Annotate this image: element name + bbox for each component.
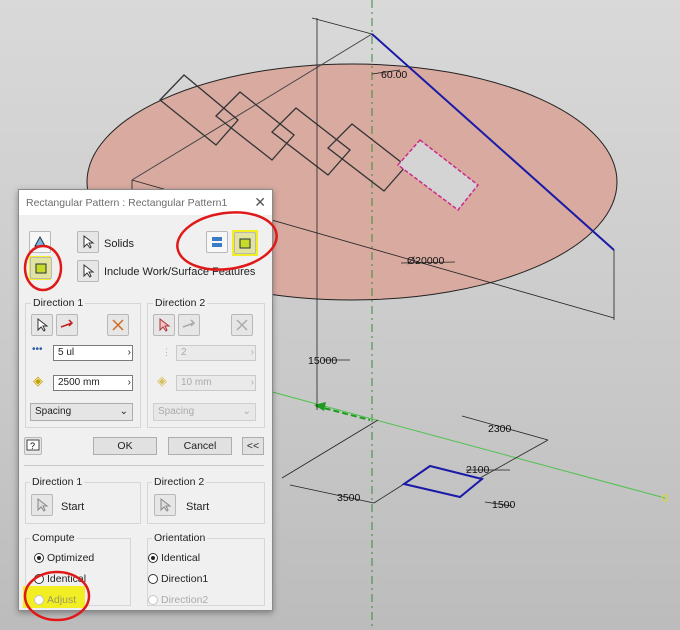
direction2-method-select[interactable]: Spacing ⌄: [153, 403, 256, 421]
direction2-spacing-field[interactable]: 10 mm ›: [176, 375, 256, 391]
dim-height-label[interactable]: 15000: [308, 355, 337, 367]
compute-identical-radio[interactable]: [34, 574, 44, 584]
start-direction2-title: Direction 2: [152, 476, 207, 488]
pattern-features-icon: [34, 235, 46, 247]
direction1-count-value: 5 ul: [58, 347, 75, 358]
direction1-spacing-value: 2500 mm: [58, 377, 100, 388]
arrow-icon[interactable]: ›: [128, 346, 131, 360]
include-select-button[interactable]: [77, 260, 99, 282]
direction1-title: Direction 1: [31, 297, 86, 309]
direction1-count-field[interactable]: 5 ul ›: [53, 345, 133, 361]
dim-3500-label[interactable]: 3500: [337, 492, 361, 504]
direction1-method-select[interactable]: Spacing ⌄: [30, 403, 133, 421]
compute-identical-label[interactable]: Identical: [47, 573, 86, 585]
compute-title: Compute: [30, 532, 77, 544]
ok-button[interactable]: OK: [93, 437, 157, 455]
join-icon: [212, 237, 222, 247]
pattern-solids-icon: [35, 263, 47, 274]
ground-axis: [249, 385, 666, 499]
orientation-identical-label[interactable]: Identical: [161, 552, 200, 564]
dim-1500-label[interactable]: 1500: [492, 499, 516, 511]
direction2-method-value: Spacing: [158, 406, 195, 417]
compute-optimized-label[interactable]: Optimized: [47, 552, 94, 564]
dim-2300-label[interactable]: 2300: [488, 423, 512, 435]
spacing-icon: ◈: [157, 373, 167, 388]
dim-angle-label[interactable]: 60.00: [381, 69, 407, 81]
start1-label: Start: [61, 501, 85, 513]
direction1-flip-button[interactable]: [56, 314, 78, 336]
dialog-title: Rectangular Pattern : Rectangular Patter…: [26, 197, 228, 209]
dim-2100-label[interactable]: 2100: [466, 464, 490, 476]
chevron-down-icon: ⌄: [119, 406, 128, 417]
dialog-separator: [24, 465, 264, 466]
include-cursor-icon: [83, 263, 95, 278]
start2-select-button[interactable]: [154, 494, 176, 516]
dim-diameter-label[interactable]: Ø20000: [407, 255, 445, 267]
chevron-down-icon: ⌄: [242, 406, 251, 417]
midplane-icon: [112, 319, 124, 331]
direction1-path-button[interactable]: [31, 314, 53, 336]
help-icon: ?: [26, 439, 40, 451]
orientation-direction2-label[interactable]: Direction2: [161, 594, 208, 606]
midplane-icon: [236, 319, 248, 331]
count-icon: ⋮: [162, 347, 171, 357]
count-icon: •••: [32, 344, 43, 355]
orientation-title: Orientation: [152, 532, 208, 544]
pattern-solids-button[interactable]: [30, 257, 52, 279]
solids-cursor-icon: [83, 234, 95, 249]
start1-select-button[interactable]: [31, 494, 53, 516]
new-solid-icon: [239, 238, 251, 249]
cursor-icon: [160, 497, 172, 512]
rectangular-pattern-dialog: Rectangular Pattern : Rectangular Patter…: [18, 189, 273, 611]
include-features-label: Include Work/Surface Features: [104, 266, 256, 278]
pattern-join-button[interactable]: [206, 231, 228, 253]
direction2-spacing-value: 10 mm: [181, 377, 212, 388]
solids-select-button[interactable]: [77, 231, 99, 253]
flip-icon: [182, 319, 196, 328]
pattern-new-solid-button[interactable]: [234, 232, 256, 254]
arrow-icon[interactable]: ›: [251, 376, 254, 390]
help-button[interactable]: ?: [24, 437, 42, 455]
direction2-count-value: 2: [181, 347, 187, 358]
orientation-direction2-radio[interactable]: [148, 595, 158, 605]
direction2-path-button[interactable]: [153, 314, 175, 336]
cursor-icon: [37, 497, 49, 512]
direction2-title: Direction 2: [153, 297, 208, 309]
arrow-icon[interactable]: ›: [251, 346, 254, 360]
compute-adjust-radio[interactable]: [34, 595, 44, 605]
direction1-spacing-field[interactable]: 2500 mm ›: [53, 375, 133, 391]
flip-icon: [60, 319, 74, 328]
direction1-midplane-button[interactable]: [107, 314, 129, 336]
solids-label: Solids: [104, 238, 134, 250]
compute-adjust-label[interactable]: Adjust: [47, 594, 76, 606]
start-direction1-title: Direction 1: [30, 476, 85, 488]
more-less-button[interactable]: <<: [242, 437, 264, 455]
dialog-title-bar[interactable]: Rectangular Pattern : Rectangular Patter…: [19, 190, 272, 215]
spacing-icon: ◈: [33, 373, 43, 388]
direction2-midplane-button[interactable]: [231, 314, 253, 336]
direction1-method-value: Spacing: [35, 406, 72, 417]
cancel-button[interactable]: Cancel: [168, 437, 232, 455]
start2-label: Start: [186, 501, 210, 513]
arrow-icon[interactable]: ›: [128, 376, 131, 390]
pattern-features-button[interactable]: [29, 231, 51, 253]
cursor-icon: [37, 317, 49, 332]
direction2-count-field[interactable]: 2 ›: [176, 345, 256, 361]
compute-optimized-radio[interactable]: [34, 553, 44, 563]
orientation-direction1-radio[interactable]: [148, 574, 158, 584]
cursor-icon: [159, 317, 171, 332]
svg-text:?: ?: [30, 441, 35, 451]
orientation-direction1-label[interactable]: Direction1: [161, 573, 208, 585]
close-icon[interactable]: ✕: [254, 194, 266, 211]
direction2-flip-button[interactable]: [178, 314, 200, 336]
orientation-identical-radio[interactable]: [148, 553, 158, 563]
